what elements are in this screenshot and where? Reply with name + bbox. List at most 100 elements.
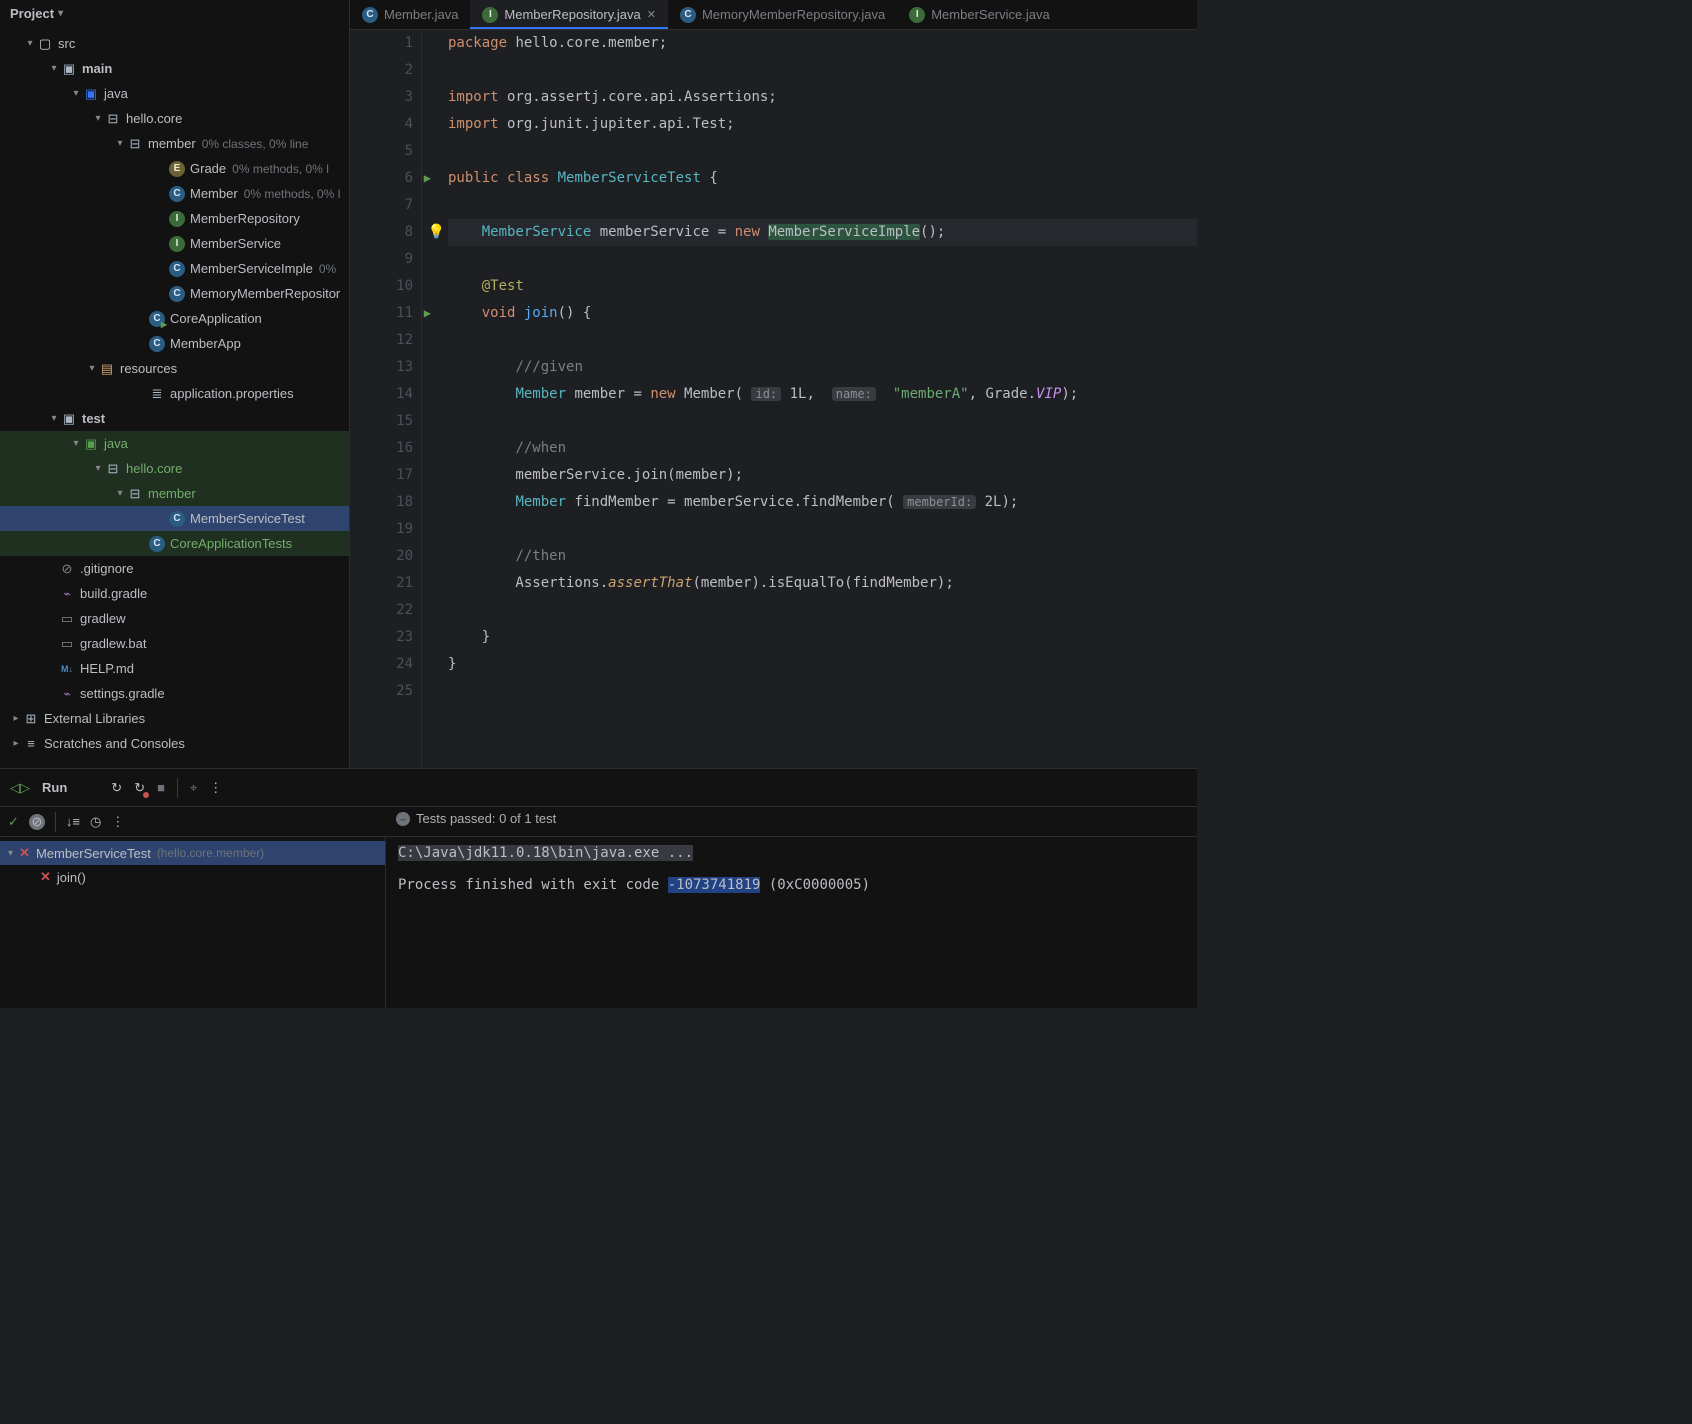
gutter-line: 11▶ bbox=[350, 300, 413, 327]
file-gradlew[interactable]: ▭gradlew bbox=[0, 606, 349, 631]
show-passed-icon[interactable]: ✓ bbox=[8, 814, 19, 830]
file-member-app[interactable]: CMemberApp bbox=[0, 331, 349, 356]
file-gradlew-bat[interactable]: ▭gradlew.bat bbox=[0, 631, 349, 656]
code-line[interactable] bbox=[448, 408, 1197, 435]
intention-bulb-icon[interactable]: 💡 bbox=[428, 219, 445, 246]
editor-code-area[interactable]: package hello.core.member; import org.as… bbox=[422, 30, 1197, 768]
tab-label: Member.java bbox=[384, 7, 458, 22]
code-line[interactable]: import org.assertj.core.api.Assertions; bbox=[448, 84, 1197, 111]
file-memory-member-repository[interactable]: CMemoryMemberRepositor bbox=[0, 281, 349, 306]
tree-item-label: java bbox=[104, 86, 128, 101]
tab-label: MemoryMemberRepository.java bbox=[702, 7, 885, 22]
file-gitignore[interactable]: ⊘.gitignore bbox=[0, 556, 349, 581]
code-line[interactable] bbox=[448, 57, 1197, 84]
code-line[interactable] bbox=[448, 192, 1197, 219]
console-output[interactable]: C:\Java\jdk11.0.18\bin\java.exe ... Proc… bbox=[386, 837, 1197, 1008]
close-icon[interactable]: ✕ bbox=[647, 8, 656, 21]
package-member-main[interactable]: ▾⊟member0% classes, 0% line bbox=[0, 131, 349, 156]
history-icon[interactable]: ◷ bbox=[90, 814, 101, 830]
run-gutter-icon[interactable]: ▶ bbox=[424, 165, 431, 192]
tree-item-label: member bbox=[148, 136, 196, 151]
code-line[interactable]: Member member = new Member( id: 1L, name… bbox=[448, 381, 1197, 408]
test-tree[interactable]: ▾ ✕ MemberServiceTest (hello.core.member… bbox=[0, 837, 386, 1008]
tab-member[interactable]: CMember.java bbox=[350, 0, 470, 29]
package-hello-core-test[interactable]: ▾⊟hello.core bbox=[0, 456, 349, 481]
code-line[interactable]: Member findMember = memberService.findMe… bbox=[448, 489, 1197, 516]
file-application-properties[interactable]: ≣application.properties bbox=[0, 381, 349, 406]
folder-src[interactable]: ▾▢src bbox=[0, 31, 349, 56]
project-panel: Project ▾ ▾▢src▾▣main▾▣java▾⊟hello.core▾… bbox=[0, 0, 350, 768]
package-hello-core-main[interactable]: ▾⊟hello.core bbox=[0, 106, 349, 131]
tree-arrow-icon: ▾ bbox=[92, 463, 104, 474]
tree-item-label: MemberService bbox=[190, 236, 281, 251]
debug-icon[interactable]: ⌖ bbox=[190, 780, 197, 796]
folder-java-test[interactable]: ▾▣java bbox=[0, 431, 349, 456]
file-member[interactable]: CMember0% methods, 0% l bbox=[0, 181, 349, 206]
code-line[interactable] bbox=[448, 327, 1197, 354]
file-grade[interactable]: EGrade0% methods, 0% l bbox=[0, 156, 349, 181]
code-line[interactable] bbox=[448, 678, 1197, 705]
code-line[interactable] bbox=[448, 516, 1197, 543]
file-member-service[interactable]: IMemberService bbox=[0, 231, 349, 256]
folder-resources[interactable]: ▾▤resources bbox=[0, 356, 349, 381]
gutter-line: 25 bbox=[350, 678, 413, 705]
code-line[interactable] bbox=[448, 138, 1197, 165]
code-line[interactable]: //when bbox=[448, 435, 1197, 462]
rerun-tests-icon[interactable]: ↻ bbox=[111, 780, 122, 796]
test-tree-root[interactable]: ▾ ✕ MemberServiceTest (hello.core.member… bbox=[0, 841, 385, 865]
file-core-application-tests[interactable]: CCoreApplicationTests bbox=[0, 531, 349, 556]
test-package-label: (hello.core.member) bbox=[157, 846, 264, 860]
test-method-label: join() bbox=[57, 870, 86, 885]
file-help-md[interactable]: M↓HELP.md bbox=[0, 656, 349, 681]
run-gutter-icon[interactable]: ▶ bbox=[424, 300, 431, 327]
test-class-label: MemberServiceTest bbox=[36, 846, 151, 861]
tree-item-label: settings.gradle bbox=[80, 686, 165, 701]
external-libraries[interactable]: ▸⊞External Libraries bbox=[0, 706, 349, 731]
tree-item-label: gradlew.bat bbox=[80, 636, 147, 651]
gutter-line: 22 bbox=[350, 597, 413, 624]
code-line[interactable]: package hello.core.member; bbox=[448, 30, 1197, 57]
run-toolbar: ◁▷ Run ↻ ↻ ■ ⌖ ⋮ bbox=[0, 769, 1197, 807]
file-core-application[interactable]: C▶CoreApplication bbox=[0, 306, 349, 331]
code-line[interactable]: memberService.join(member); bbox=[448, 462, 1197, 489]
code-line[interactable]: //then bbox=[448, 543, 1197, 570]
code-line[interactable]: Assertions.assertThat(member).isEqualTo(… bbox=[448, 570, 1197, 597]
sort-icon[interactable]: ↓≡ bbox=[66, 814, 80, 829]
more-icon[interactable]: ⋮ bbox=[111, 814, 124, 830]
stop-icon[interactable]: ■ bbox=[157, 780, 165, 795]
code-line[interactable] bbox=[448, 246, 1197, 273]
tree-arrow-icon: ▸ bbox=[10, 738, 22, 749]
rerun-failed-icon[interactable]: ↻ bbox=[134, 780, 145, 796]
file-member-service-imple[interactable]: CMemberServiceImple0% bbox=[0, 256, 349, 281]
code-line[interactable]: import org.junit.jupiter.api.Test; bbox=[448, 111, 1197, 138]
code-line[interactable]: public class MemberServiceTest { bbox=[448, 165, 1197, 192]
file-member-repository[interactable]: IMemberRepository bbox=[0, 206, 349, 231]
project-tree[interactable]: ▾▢src▾▣main▾▣java▾⊟hello.core▾⊟member0% … bbox=[0, 27, 349, 768]
code-line[interactable]: } bbox=[448, 651, 1197, 678]
more-icon[interactable]: ⋮ bbox=[209, 780, 222, 796]
tree-item-label: HELP.md bbox=[80, 661, 134, 676]
code-line[interactable]: } bbox=[448, 624, 1197, 651]
file-member-service-test[interactable]: CMemberServiceTest bbox=[0, 506, 349, 531]
project-panel-header[interactable]: Project ▾ bbox=[0, 0, 349, 27]
tab-memory-member-repository[interactable]: CMemoryMemberRepository.java bbox=[668, 0, 897, 29]
folder-test[interactable]: ▾▣test bbox=[0, 406, 349, 431]
show-ignored-icon[interactable]: ⊘ bbox=[29, 814, 45, 830]
code-line[interactable] bbox=[448, 597, 1197, 624]
test-tree-item[interactable]: ✕ join() bbox=[0, 865, 385, 889]
code-line[interactable]: @Test bbox=[448, 273, 1197, 300]
folder-java-main[interactable]: ▾▣java bbox=[0, 81, 349, 106]
scratches-and-consoles[interactable]: ▸≡Scratches and Consoles bbox=[0, 731, 349, 756]
file-settings-gradle[interactable]: ⌁settings.gradle bbox=[0, 681, 349, 706]
tab-member-repository[interactable]: IMemberRepository.java✕ bbox=[470, 0, 668, 29]
code-line[interactable]: void join() { bbox=[448, 300, 1197, 327]
folder-main[interactable]: ▾▣main bbox=[0, 56, 349, 81]
code-line[interactable]: MemberService memberService = new Member… bbox=[448, 219, 1197, 246]
package-member-test[interactable]: ▾⊟member bbox=[0, 481, 349, 506]
file-build-gradle[interactable]: ⌁build.gradle bbox=[0, 581, 349, 606]
editor-gutter: 123456▶78💡91011▶121314151617181920212223… bbox=[350, 30, 422, 768]
tab-member-service[interactable]: IMemberService.java bbox=[897, 0, 1062, 29]
code-line[interactable]: ///given bbox=[448, 354, 1197, 381]
rerun-icon[interactable]: ◁▷ bbox=[10, 780, 30, 796]
tree-item-label: Scratches and Consoles bbox=[44, 736, 185, 751]
